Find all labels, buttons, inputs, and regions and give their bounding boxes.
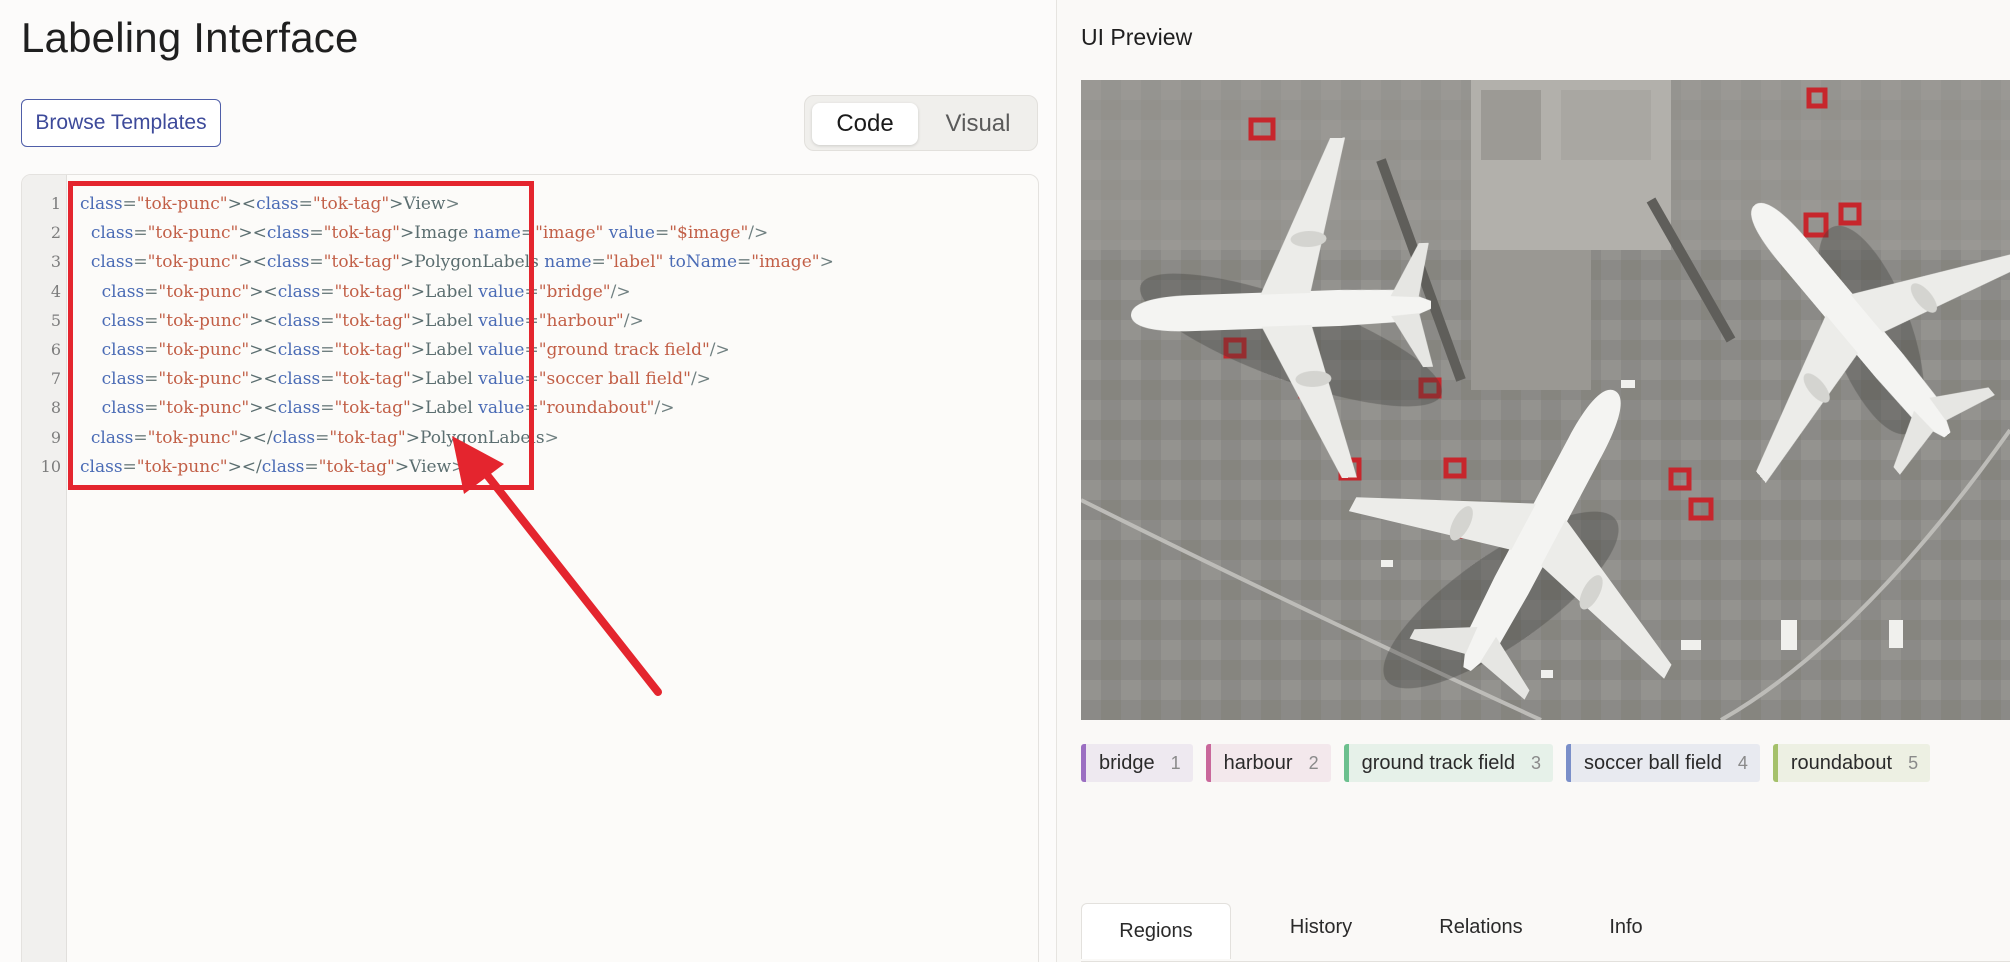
line-number: 4	[50, 281, 61, 301]
label-hotkey: 5	[1908, 752, 1919, 773]
tab-info[interactable]: Info	[1571, 903, 1681, 951]
toggle-visual-tab[interactable]: Visual	[925, 103, 1031, 145]
line-number: 2	[50, 223, 61, 243]
label-name: soccer ball field	[1584, 751, 1722, 774]
line-number: 3	[50, 252, 61, 272]
label-hotkey: 2	[1308, 752, 1319, 773]
toggle-code-tab[interactable]: Code	[812, 103, 918, 145]
line-number-gutter: 1 2 3 4 5 6 7 8 9 10	[22, 175, 67, 962]
line-number: 8	[50, 398, 61, 418]
line-number: 7	[50, 369, 61, 389]
label-name: bridge	[1099, 751, 1155, 774]
label-chip-harbour[interactable]: harbour 2	[1205, 744, 1331, 782]
line-number: 6	[50, 340, 61, 359]
label-name: roundabout	[1790, 751, 1893, 774]
preview-tabs: Regions History Relations Info	[1081, 903, 2010, 962]
airport-photo-icon	[1081, 80, 2010, 720]
label-name: harbour	[1223, 751, 1293, 774]
line-number: 9	[50, 427, 61, 447]
tab-history[interactable]: History	[1251, 903, 1391, 951]
preview-pane: UI Preview bridge 1 harbour 2 ground tra…	[1057, 0, 2010, 962]
label-hotkey: 4	[1737, 752, 1748, 773]
line-number: 5	[50, 310, 61, 330]
tab-relations[interactable]: Relations	[1406, 903, 1556, 951]
label-chip-roundabout[interactable]: roundabout 5	[1772, 744, 1931, 782]
label-hotkey: 1	[1170, 752, 1181, 773]
label-hotkey: 3	[1531, 752, 1542, 773]
code-visual-toggle: Code Visual	[804, 95, 1038, 151]
config-editor-pane: Labeling Interface Browse Templates Code…	[0, 0, 1056, 962]
label-chip-bridge[interactable]: bridge 1	[1081, 744, 1193, 782]
preview-title: UI Preview	[1081, 24, 1193, 50]
label-name: ground track field	[1361, 751, 1515, 774]
line-number: 10	[40, 456, 61, 476]
label-chip-soccer-ball-field[interactable]: soccer ball field 4	[1566, 744, 1760, 782]
label-chip-ground-track-field[interactable]: ground track field 3	[1343, 744, 1554, 782]
browse-templates-button[interactable]: Browse Templates	[21, 99, 221, 147]
page-title: Labeling Interface	[21, 14, 359, 61]
aerial-airport-image[interactable]	[1081, 80, 2010, 720]
highlight-annotation-box	[68, 181, 534, 490]
tab-regions[interactable]: Regions	[1081, 903, 1231, 959]
label-chips: bridge 1 harbour 2 ground track field 3 …	[1081, 744, 1931, 782]
line-number: 1	[50, 194, 61, 213]
